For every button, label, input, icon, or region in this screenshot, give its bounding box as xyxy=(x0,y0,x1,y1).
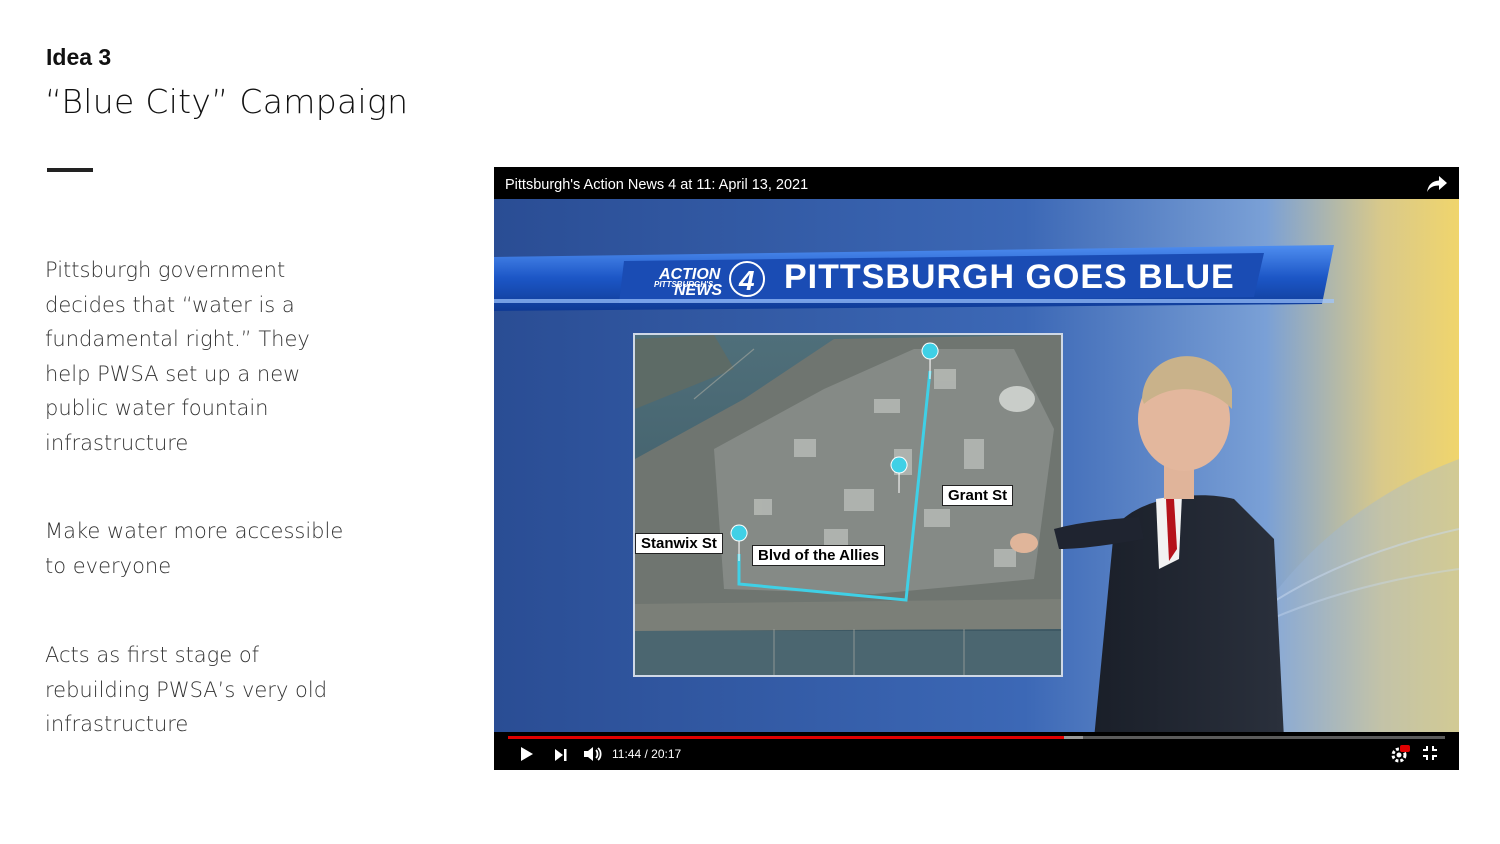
video-frame[interactable]: PITTSBURGH'S ACTION NEWS 4 PITTSBURGH GO… xyxy=(494,199,1459,740)
slide-title: “Blue City” Campaign xyxy=(45,82,409,121)
logo-line3: NEWS xyxy=(674,282,722,299)
paragraph-accessible: Make water more accessible to everyone xyxy=(45,519,344,578)
exit-fullscreen-icon[interactable] xyxy=(1422,745,1438,765)
title-divider xyxy=(47,168,93,172)
paragraph-government: Pittsburgh government decides that “wate… xyxy=(45,258,310,455)
paragraph-rebuilding: Acts as first stage of rebuilding PWSA’s… xyxy=(45,643,328,736)
volume-icon[interactable] xyxy=(583,745,603,767)
video-controls: 11:44 / 20:17 xyxy=(494,732,1459,770)
next-icon[interactable] xyxy=(554,747,568,766)
logo-line2: ACTION xyxy=(658,266,721,283)
video-player[interactable]: Pittsburgh's Action News 4 at 11: April … xyxy=(494,167,1459,770)
video-title[interactable]: Pittsburgh's Action News 4 at 11: April … xyxy=(505,177,808,193)
progress-bar[interactable] xyxy=(508,736,1445,739)
share-arrow-icon[interactable] xyxy=(1425,173,1449,195)
map-label-grant: Grant St xyxy=(942,485,1014,506)
time-display: 11:44 / 20:17 xyxy=(612,747,682,761)
news-broadcast-image: PITTSBURGH'S ACTION NEWS 4 PITTSBURGH GO… xyxy=(494,199,1459,740)
progress-played xyxy=(508,736,1064,739)
map-label-stanwix: Stanwix St xyxy=(635,533,723,554)
map-label-blvd: Blvd of the Allies xyxy=(752,545,886,566)
video-top-bar: Pittsburgh's Action News 4 at 11: April … xyxy=(494,167,1459,199)
settings-hd-icon[interactable] xyxy=(1390,744,1410,768)
logo-number: 4 xyxy=(738,265,755,296)
banner-headline: PITTSBURGH GOES BLUE xyxy=(784,258,1235,296)
slide-kicker: Idea 3 xyxy=(46,44,112,70)
play-icon[interactable] xyxy=(520,746,534,766)
